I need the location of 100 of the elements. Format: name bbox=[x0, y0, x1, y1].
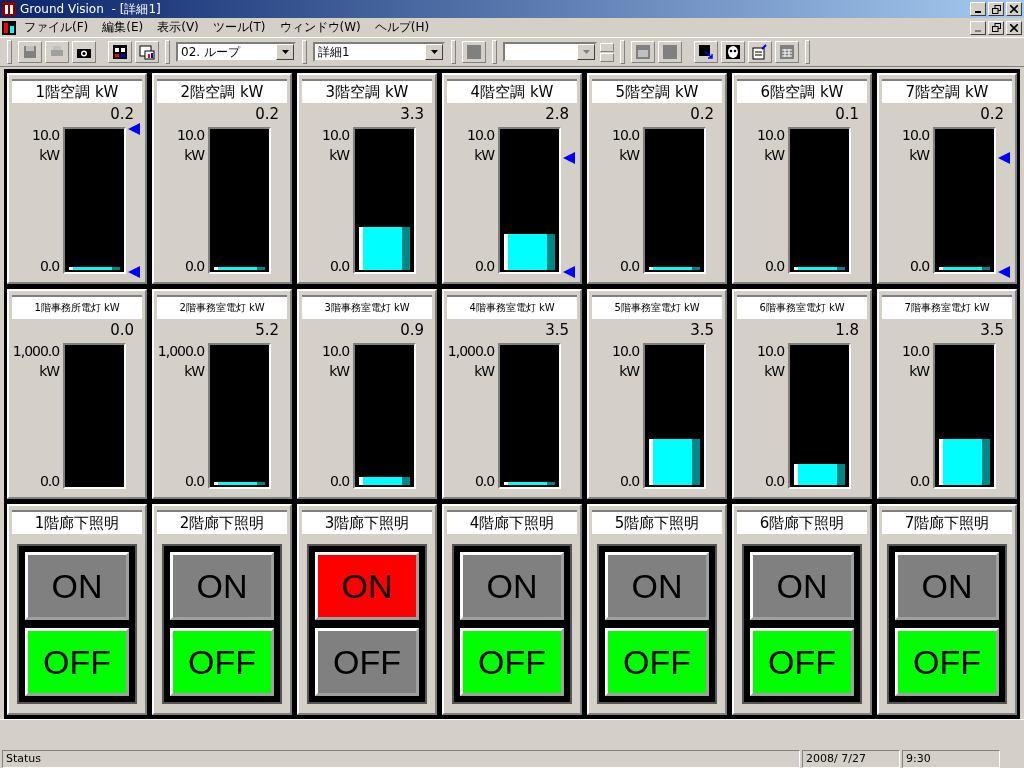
meter-value: 5.2 bbox=[254, 320, 280, 341]
calendar-icon bbox=[635, 44, 651, 60]
caret-icon bbox=[582, 50, 590, 54]
chart-button[interactable] bbox=[135, 41, 159, 63]
on-button[interactable]: ON bbox=[315, 552, 419, 621]
restore-icon bbox=[991, 4, 1001, 14]
view-combo[interactable]: 詳細1 bbox=[313, 42, 445, 62]
scale-min: 0.0 bbox=[619, 473, 640, 490]
on-button[interactable]: ON bbox=[605, 552, 709, 621]
scale-min: 0.0 bbox=[39, 473, 60, 490]
resize-window-icon bbox=[698, 44, 714, 60]
on-button[interactable]: ON bbox=[25, 552, 129, 621]
restore-icon bbox=[991, 23, 1001, 32]
menu-item[interactable]: 表示(V) bbox=[151, 19, 205, 36]
minimize-button[interactable] bbox=[970, 2, 986, 16]
scale-unit: kW bbox=[39, 362, 60, 379]
status-date: 2008/ 7/27 bbox=[802, 750, 900, 768]
on-button[interactable]: ON bbox=[460, 552, 564, 621]
off-button[interactable]: OFF bbox=[895, 628, 999, 697]
scale-unit: kW bbox=[184, 362, 205, 379]
blank-button[interactable] bbox=[658, 41, 682, 63]
square-icon bbox=[466, 44, 482, 60]
form-icon bbox=[752, 44, 768, 60]
minimize-icon bbox=[975, 29, 981, 32]
minimize-icon bbox=[975, 11, 981, 13]
scale-unit: kW bbox=[474, 362, 495, 379]
close-icon bbox=[1010, 23, 1018, 32]
scale-unit: kW bbox=[764, 362, 785, 379]
menu-item[interactable]: ファイル(F) bbox=[18, 19, 95, 36]
spin-down-button[interactable] bbox=[600, 52, 614, 62]
meter-title: 2階空調 kW bbox=[157, 79, 287, 103]
off-button[interactable]: OFF bbox=[25, 628, 129, 697]
status-text: Status bbox=[2, 750, 800, 768]
blank-button[interactable] bbox=[462, 41, 486, 63]
close-button[interactable] bbox=[1006, 2, 1022, 16]
meter-value: 0.0 bbox=[109, 320, 135, 341]
meter-title: 1階空調 kW bbox=[12, 79, 142, 103]
scale-min: 0.0 bbox=[764, 473, 785, 490]
loop-combo[interactable]: 02. ループ bbox=[176, 42, 296, 62]
meter-title: 7階空調 kW bbox=[882, 79, 1012, 103]
spin-up-button[interactable] bbox=[600, 42, 614, 52]
calendar-button[interactable] bbox=[631, 41, 655, 63]
scale-max: 10.0 bbox=[467, 127, 495, 143]
meter-value: 0.2 bbox=[254, 105, 280, 125]
scale-unit: kW bbox=[39, 147, 60, 163]
scale-min: 0.0 bbox=[184, 473, 205, 490]
off-button[interactable]: OFF bbox=[750, 628, 854, 697]
switch-title: 2階廊下照明 bbox=[157, 510, 287, 535]
meter-value: 2.8 bbox=[544, 105, 570, 125]
table-button[interactable] bbox=[775, 41, 799, 63]
off-button[interactable]: OFF bbox=[460, 628, 564, 697]
meter-title: 2階事務室電灯 kW bbox=[157, 294, 287, 319]
table-icon bbox=[779, 44, 795, 60]
switch-title: 7階廊下照明 bbox=[882, 510, 1012, 535]
meter-value: 0.2 bbox=[689, 105, 715, 125]
resize-button[interactable] bbox=[694, 41, 718, 63]
camera-button[interactable] bbox=[72, 41, 96, 63]
meter-value: 3.5 bbox=[689, 320, 715, 341]
mask-icon bbox=[725, 44, 741, 60]
menu-item[interactable]: ツール(T) bbox=[206, 19, 272, 36]
off-button[interactable]: OFF bbox=[170, 628, 274, 697]
minimize-button[interactable] bbox=[970, 20, 986, 35]
scale-min: 0.0 bbox=[474, 473, 495, 490]
scale-unit: kW bbox=[184, 147, 205, 163]
square-icon bbox=[662, 44, 678, 60]
caret-icon bbox=[281, 50, 289, 54]
menu-item[interactable]: 編集(E) bbox=[96, 19, 150, 36]
on-button[interactable]: ON bbox=[895, 552, 999, 621]
print-button[interactable] bbox=[45, 41, 69, 63]
menu-item[interactable]: ヘルプ(H) bbox=[368, 19, 436, 36]
scale-unit: kW bbox=[474, 147, 495, 163]
scale-max: 10.0 bbox=[757, 342, 785, 359]
close-button[interactable] bbox=[1006, 20, 1022, 35]
meter-value: 1.8 bbox=[834, 320, 860, 341]
on-button[interactable]: ON bbox=[750, 552, 854, 621]
chart-window-icon bbox=[139, 44, 155, 60]
status-time: 9:30 bbox=[902, 750, 1000, 768]
value-combo[interactable] bbox=[503, 42, 597, 62]
menu-item[interactable]: ウィンドウ(W) bbox=[273, 19, 367, 36]
meter-title: 3階空調 kW bbox=[302, 79, 432, 103]
switch-title: 4階廊下照明 bbox=[447, 510, 577, 535]
meter-title: 4階空調 kW bbox=[447, 79, 577, 103]
properties-button[interactable] bbox=[748, 41, 772, 63]
on-button[interactable]: ON bbox=[170, 552, 274, 621]
save-icon bbox=[22, 44, 38, 60]
restore-button[interactable] bbox=[988, 20, 1004, 35]
scale-max: 10.0 bbox=[902, 342, 930, 359]
scale-min: 0.0 bbox=[329, 257, 350, 274]
scale-max: 1,000.0 bbox=[157, 342, 205, 359]
off-button[interactable]: OFF bbox=[315, 628, 419, 697]
off-button[interactable]: OFF bbox=[605, 628, 709, 697]
meter-value: 0.2 bbox=[109, 105, 135, 125]
meter-title: 4階事務室電灯 kW bbox=[447, 294, 577, 319]
scale-max: 10.0 bbox=[322, 342, 350, 359]
save-button[interactable] bbox=[18, 41, 42, 63]
switch-title: 3階廊下照明 bbox=[302, 510, 432, 535]
layout-button[interactable] bbox=[108, 41, 132, 63]
mask-button[interactable] bbox=[721, 41, 745, 63]
scale-max: 1,000.0 bbox=[12, 342, 60, 359]
restore-button[interactable] bbox=[988, 2, 1004, 16]
